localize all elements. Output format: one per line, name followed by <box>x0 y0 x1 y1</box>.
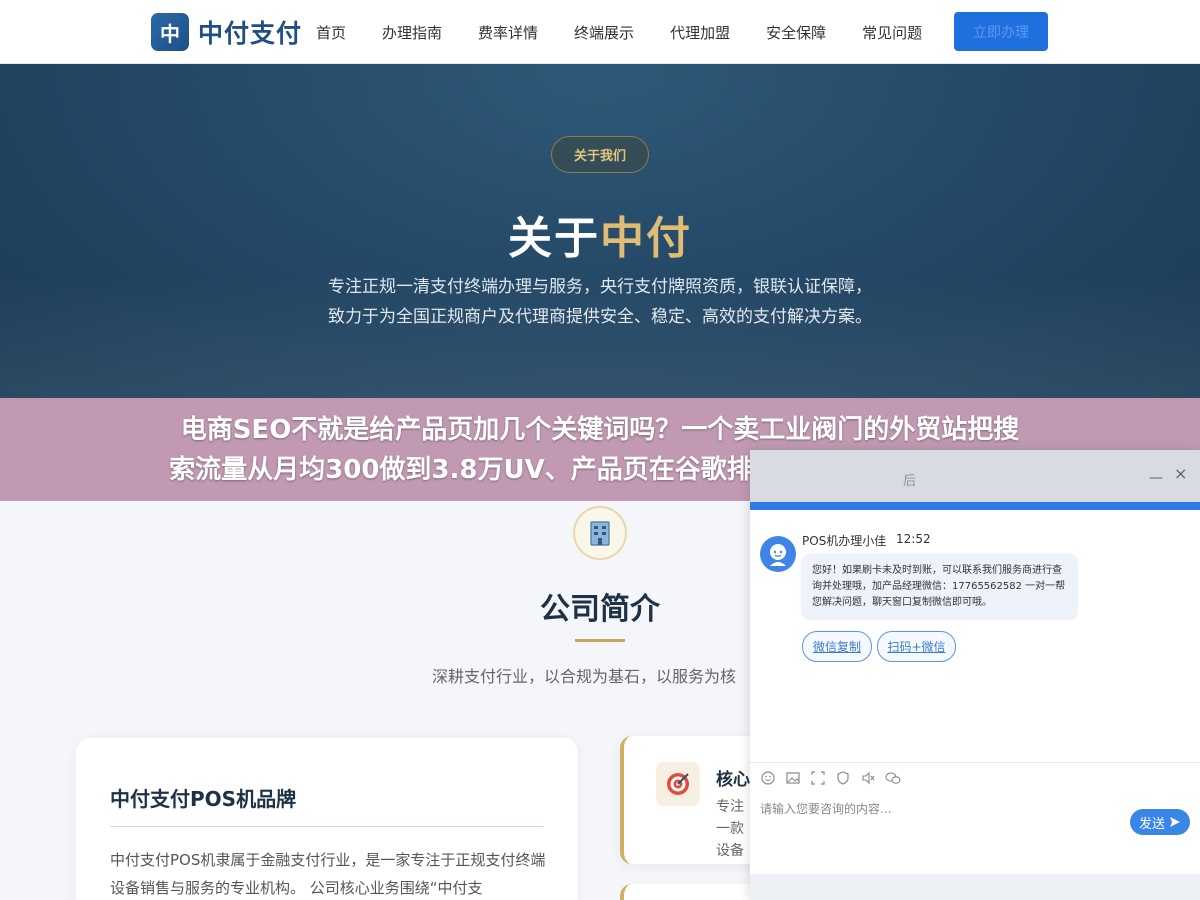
about-badge: 关于我们 <box>551 136 649 173</box>
apply-now-button[interactable]: 立即办理 <box>954 12 1048 51</box>
company-intro-title: 公司简介 <box>540 592 660 627</box>
banner-line-1: 电商SEO不就是给产品页加几个关键词吗？一个卖工业阀门的外贸站把搜 <box>180 415 1020 445</box>
send-icon <box>1169 816 1181 828</box>
site-logo[interactable]: 中 中付支付 <box>151 13 302 51</box>
agent-avatar <box>760 536 796 572</box>
core-card-title: 核心 <box>716 770 750 790</box>
chat-header[interactable]: 后 — × <box>750 450 1200 502</box>
target-icon <box>656 762 700 806</box>
chat-input[interactable]: 请输入您要咨询的内容... <box>760 800 891 817</box>
message-time: 12:52 <box>896 532 931 546</box>
nav-item-agent[interactable]: 代理加盟 <box>670 22 730 43</box>
title-underline <box>575 639 625 642</box>
nav-item-terminals[interactable]: 终端展示 <box>574 22 634 43</box>
nav-item-home[interactable]: 首页 <box>316 22 346 43</box>
chat-toolbar <box>760 770 910 786</box>
image-icon[interactable] <box>785 770 801 786</box>
brand-card-divider <box>110 826 544 827</box>
wechat-icon[interactable] <box>885 770 901 786</box>
minimize-icon[interactable]: — <box>1149 470 1163 486</box>
building-icon <box>573 506 627 560</box>
hero-description: 专注正规一清支付终端办理与服务，央行支付牌照资质，银联认证保障， 致力于为全国正… <box>328 277 872 327</box>
evaluate-icon[interactable] <box>835 770 851 786</box>
send-label: 发送 <box>1138 816 1165 832</box>
nav-item-guide[interactable]: 办理指南 <box>382 22 442 43</box>
scan-wechat-button[interactable]: 扫码+微信 <box>877 631 956 662</box>
site-header: 中 中付支付 首页 办理指南 费率详情 终端展示 代理加盟 安全保障 常见问题 … <box>0 0 1200 64</box>
send-button[interactable]: 发送 <box>1130 809 1190 835</box>
chat-footer <box>750 874 1200 900</box>
hero-title-prefix: 关于 <box>508 213 600 264</box>
agent-name: POS机办理小佳 <box>802 534 887 548</box>
chat-divider <box>750 762 1200 763</box>
logo-mark: 中 <box>151 13 189 51</box>
chat-accent-bar <box>750 502 1200 510</box>
copy-wechat-button[interactable]: 微信复制 <box>802 631 872 662</box>
company-intro-subtitle: 深耕支付行业，以合规为基石，以服务为核 <box>432 667 737 686</box>
nav-item-security[interactable]: 安全保障 <box>766 22 826 43</box>
emoji-icon[interactable] <box>760 770 776 786</box>
screenshot-icon[interactable] <box>810 770 826 786</box>
sound-icon[interactable] <box>860 770 876 786</box>
brand-card-title: 中付支付POS机品牌 <box>110 787 297 811</box>
hero-title: 关于中付 <box>0 202 1200 266</box>
chat-widget: 后 — × POS机办理小佳 12:52 您好！如果刷卡未及时到账，可以联系我们… <box>750 450 1200 900</box>
hero-title-accent: 中付 <box>600 213 692 264</box>
chat-header-text: 后 <box>903 474 917 489</box>
brand-card: 中付支付POS机品牌 中付支付POS机隶属于金融支付行业，是一家专注于正规支付终… <box>76 738 578 900</box>
main-nav: 首页 办理指南 费率详情 终端展示 代理加盟 安全保障 常见问题 <box>316 0 958 64</box>
about-hero: 关于我们 关于中付 专注正规一清支付终端办理与服务，央行支付牌照资质，银联认证保… <box>0 64 1200 398</box>
agent-message: 您好！如果刷卡未及时到账，可以联系我们服务商进行查询并处理哦，加产品经理微信：1… <box>802 554 1077 618</box>
nav-item-faq[interactable]: 常见问题 <box>862 22 922 43</box>
logo-text: 中付支付 <box>198 19 303 48</box>
brand-card-text: 中付支付POS机隶属于金融支付行业，是一家专注于正规支付终端设备销售与服务的专业… <box>110 851 546 897</box>
nav-item-rates[interactable]: 费率详情 <box>478 22 538 43</box>
close-icon[interactable]: × <box>1174 464 1187 483</box>
